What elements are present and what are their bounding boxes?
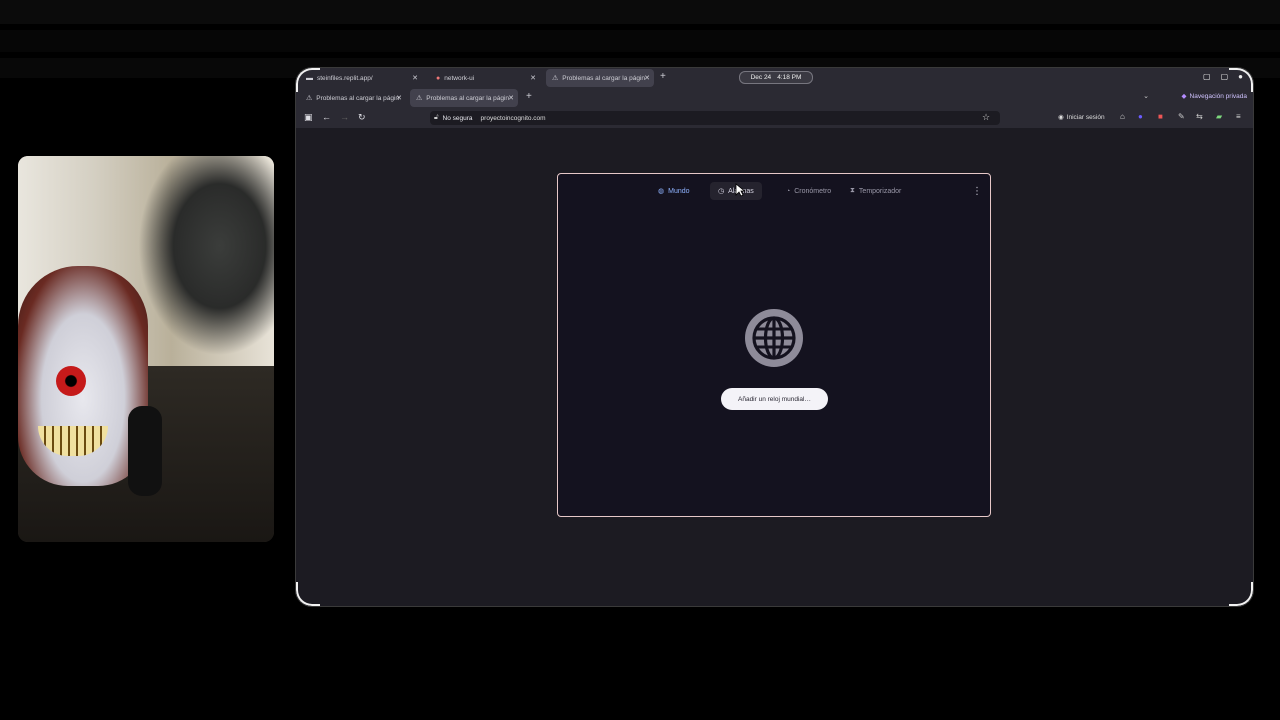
more-options-icon[interactable]: ⋮: [972, 186, 982, 197]
reload-icon[interactable]: ↻: [358, 112, 366, 123]
private-browsing-indicator: ◆ Navegación privada: [1181, 92, 1247, 101]
maximize-icon[interactable]: ▢: [1221, 72, 1229, 81]
browser-window: ▬ steinfiles.replit.app/ ✕ ● network-ui …: [296, 68, 1253, 606]
list-all-tabs-icon[interactable]: ⌄: [1143, 92, 1149, 100]
save-to-pocket-icon[interactable]: ⌂: [1120, 112, 1125, 121]
tab-label: Problemas al cargar la págin: [562, 74, 646, 82]
webcam-headset: [128, 406, 162, 496]
webcam-winged-cat-statue: [138, 156, 274, 356]
extension-icon[interactable]: ✎: [1178, 112, 1185, 121]
close-tab-icon[interactable]: ✕: [508, 94, 514, 102]
mouse-cursor-icon: [735, 183, 745, 197]
globe-icon: [745, 309, 803, 367]
tab-stopwatch[interactable]: ◔ Cronómetro: [778, 182, 839, 200]
warning-icon: ⚠: [552, 75, 559, 82]
new-tab-button[interactable]: +: [526, 91, 532, 102]
webcam-mask-eye: [56, 366, 86, 396]
extension-icon[interactable]: ▰: [1216, 112, 1222, 121]
webcam-overlay: [18, 156, 274, 542]
tab-timer[interactable]: ⧗ Temporizador: [842, 182, 909, 200]
close-tab-icon[interactable]: ✕: [530, 74, 536, 82]
clock-time: 4:18 PM: [777, 74, 802, 81]
minimize-icon[interactable]: ▢: [1203, 72, 1211, 81]
clock-date: Dec 24: [750, 74, 772, 81]
extension-icon[interactable]: ●: [1138, 112, 1143, 121]
warning-icon: ⚠: [416, 95, 423, 102]
system-clock[interactable]: Dec 24 4:18 PM: [739, 71, 813, 84]
back-icon[interactable]: ←: [322, 112, 331, 122]
address-bar[interactable]: 🔓︎ No segura proyectoincognito.com: [430, 111, 1000, 125]
bookmark-star-icon[interactable]: ☆: [982, 112, 990, 123]
tab-label: Problemas al cargar la págin: [316, 94, 400, 102]
hamburger-menu-icon[interactable]: ≡: [1236, 112, 1241, 121]
tab-label: steinfiles.replit.app/: [317, 74, 373, 82]
tab-label: network-ui: [444, 74, 475, 82]
security-label[interactable]: No segura: [443, 115, 473, 122]
warning-icon: ⚠: [306, 95, 313, 102]
extension-icon[interactable]: ⇆: [1196, 112, 1203, 121]
forward-icon[interactable]: →: [340, 112, 349, 122]
new-tab-button[interactable]: +: [660, 71, 666, 82]
add-world-clock-button[interactable]: Añadir un reloj mundial…: [721, 388, 828, 410]
extension-icon[interactable]: ■: [1158, 112, 1163, 121]
background-desktop-bar: [0, 0, 1280, 24]
private-label: Navegación privada: [1189, 92, 1247, 100]
tab-label: Problemas al cargar la págin: [426, 94, 510, 102]
tab-label: Mundo: [668, 187, 690, 195]
url-text[interactable]: proyectoincognito.com: [481, 115, 546, 122]
tab-label: Cronómetro: [794, 187, 832, 195]
sidebar-icon[interactable]: ▣: [304, 112, 313, 123]
page-content: ◍ Mundo ◷ Alarmas ◔ Cronómetro ⧗ Tempori…: [296, 128, 1253, 606]
tab-world[interactable]: ◍ Mundo: [650, 182, 698, 200]
sign-in-label: Iniciar sesión: [1066, 113, 1105, 121]
insecure-lock-icon[interactable]: 🔓︎: [434, 114, 439, 122]
close-tab-icon[interactable]: ✕: [644, 74, 650, 82]
tab[interactable]: ● network-ui ✕: [430, 69, 540, 87]
clock-app-window: ◍ Mundo ◷ Alarmas ◔ Cronómetro ⧗ Tempori…: [557, 173, 991, 517]
close-tab-icon[interactable]: ✕: [412, 74, 418, 82]
close-tab-icon[interactable]: ✕: [396, 94, 402, 102]
account-icon: ◉: [1058, 114, 1064, 121]
tab-active[interactable]: ⚠ Problemas al cargar la págin ✕: [410, 89, 518, 107]
navigation-toolbar: ▣ ← → ↻ 🔓︎ No segura proyectoincognito.c…: [296, 108, 1253, 128]
clock-app-tabbar: ◍ Mundo ◷ Alarmas ◔ Cronómetro ⧗ Tempori…: [558, 182, 992, 200]
alarm-icon: ◷: [718, 188, 725, 195]
globe-icon: ◍: [658, 188, 665, 195]
private-mask-icon: ◆: [1181, 93, 1187, 100]
sign-in-button[interactable]: ◉ Iniciar sesión: [1058, 113, 1105, 122]
background-desktop-bar: [0, 30, 1280, 52]
hourglass-icon: ⧗: [850, 187, 855, 194]
stopwatch-icon: ◔: [786, 187, 791, 195]
tab-strip: ▬ steinfiles.replit.app/ ✕ ● network-ui …: [296, 68, 1253, 108]
tab-active[interactable]: ⚠ Problemas al cargar la págin ✕: [546, 69, 654, 87]
tab-label: Temporizador: [858, 187, 902, 195]
pin-icon: ●: [436, 74, 441, 82]
